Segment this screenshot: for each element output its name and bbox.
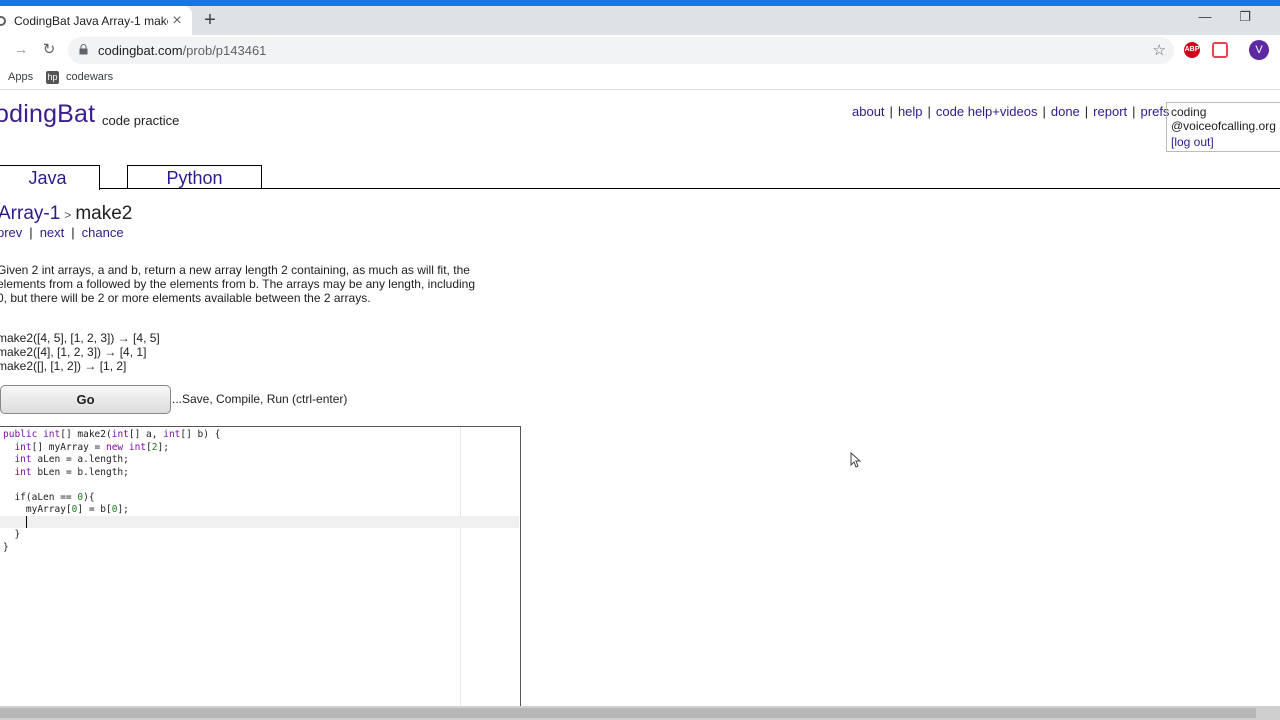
- problem-title: make2: [75, 203, 133, 224]
- code-text[interactable]: public int[] make2(int[] a, int[] b) { i…: [3, 429, 220, 554]
- logo-tagline: code practice: [102, 113, 180, 128]
- active-tab-gap: [0, 188, 99, 190]
- restore-button[interactable]: ❐: [1230, 9, 1260, 29]
- hp-icon: hp: [46, 71, 59, 84]
- link-report[interactable]: report: [1093, 104, 1127, 119]
- address-bar[interactable]: codingbat.com/prob/p143461 ☆: [68, 37, 1174, 64]
- close-icon[interactable]: ×: [168, 12, 186, 30]
- go-button[interactable]: Go: [0, 385, 171, 414]
- tab-divider: [0, 188, 1280, 189]
- breadcrumb-category[interactable]: Array-1: [0, 203, 60, 224]
- desc-line: Given 2 int arrays, a and b, return a ne…: [0, 263, 470, 277]
- lock-icon: [68, 43, 98, 58]
- bookmark-codewars[interactable]: codewars: [66, 71, 113, 83]
- example-line: make2([4], [1, 2, 3]) → [4, 1]: [0, 345, 147, 359]
- example-line: make2([4, 5], [1, 2, 3]) → [4, 5]: [0, 331, 160, 345]
- forward-icon[interactable]: →: [10, 39, 32, 61]
- print-margin: [460, 427, 461, 707]
- logout-link[interactable]: [log out]: [1171, 135, 1280, 149]
- code-line[interactable]: if(aLen == 0){: [3, 492, 220, 505]
- site-logo[interactable]: odingBat: [0, 100, 95, 129]
- example-line: make2([], [1, 2]) → [1, 2]: [0, 359, 127, 373]
- reload-icon[interactable]: ↻: [38, 39, 60, 61]
- next-link[interactable]: next: [40, 225, 65, 240]
- code-line[interactable]: }: [3, 529, 220, 542]
- problem-nav: prev | next | chance: [0, 225, 124, 240]
- prev-link[interactable]: prev: [0, 225, 22, 240]
- minimize-button[interactable]: —: [1190, 9, 1220, 29]
- user-name: coding: [1171, 105, 1207, 119]
- adblock-extension-icon[interactable]: ABP: [1184, 42, 1200, 58]
- link-done[interactable]: done: [1051, 104, 1080, 119]
- horizontal-scrollbar[interactable]: [0, 706, 1280, 720]
- examples: make2([4, 5], [1, 2, 3]) → [4, 5] make2(…: [0, 331, 160, 373]
- chance-link[interactable]: chance: [82, 225, 124, 240]
- browser-toolbar: → ↻ codingbat.com/prob/p143461 ☆ ABP V: [0, 35, 1280, 66]
- link-about[interactable]: about: [852, 104, 885, 119]
- code-line[interactable]: }: [3, 542, 220, 555]
- tab-title: CodingBat Java Array-1 make2: [14, 13, 168, 28]
- problem-description: Given 2 int arrays, a and b, return a ne…: [0, 263, 522, 305]
- tab-java[interactable]: Java: [0, 165, 100, 190]
- code-line[interactable]: [3, 517, 220, 530]
- text-caret: [26, 516, 27, 528]
- pocket-extension-icon[interactable]: [1212, 42, 1228, 58]
- bookmark-apps[interactable]: Apps: [8, 71, 33, 83]
- user-box: coding @voiceofcalling.org [log out]: [1166, 102, 1280, 152]
- scrollbar-thumb[interactable]: [0, 708, 1256, 718]
- tab-strip: CodingBat Java Array-1 make2 × + — ❐: [0, 6, 1280, 35]
- desc-line: elements from a followed by the elements…: [0, 277, 476, 291]
- code-line[interactable]: [3, 479, 220, 492]
- link-help[interactable]: help: [898, 104, 923, 119]
- url-text: codingbat.com/prob/p143461: [98, 43, 267, 58]
- code-editor[interactable]: public int[] make2(int[] a, int[] b) { i…: [0, 426, 521, 708]
- code-line[interactable]: public int[] make2(int[] a, int[] b) {: [3, 429, 220, 442]
- code-line[interactable]: int aLen = a.length;: [3, 454, 220, 467]
- code-line[interactable]: int[] myArray = new int[2];: [3, 442, 220, 455]
- breadcrumb: Array-1 > make2: [0, 203, 133, 224]
- mouse-cursor-icon: [850, 451, 862, 471]
- user-domain: @voiceofcalling.org: [1171, 119, 1276, 133]
- favicon-icon: [0, 15, 6, 26]
- top-nav-links: about | help | code help+videos | done | report |…: [852, 104, 1170, 119]
- browser-tab[interactable]: CodingBat Java Array-1 make2 ×: [0, 6, 192, 35]
- profile-avatar[interactable]: V: [1249, 40, 1269, 60]
- code-line[interactable]: int bLen = b.length;: [3, 467, 220, 480]
- go-hint: ...Save, Compile, Run (ctrl-enter): [172, 392, 348, 406]
- code-line[interactable]: myArray[0] = b[0];: [3, 504, 220, 517]
- new-tab-button[interactable]: +: [200, 9, 220, 31]
- link-code-help-videos[interactable]: code help+videos: [936, 104, 1038, 119]
- tab-python[interactable]: Python: [127, 165, 262, 189]
- bookmarks-bar: Apps hp codewars: [0, 66, 1280, 90]
- bookmark-star-icon[interactable]: ☆: [1153, 41, 1166, 59]
- desc-line: 0, but there will be 2 or more elements …: [0, 291, 371, 305]
